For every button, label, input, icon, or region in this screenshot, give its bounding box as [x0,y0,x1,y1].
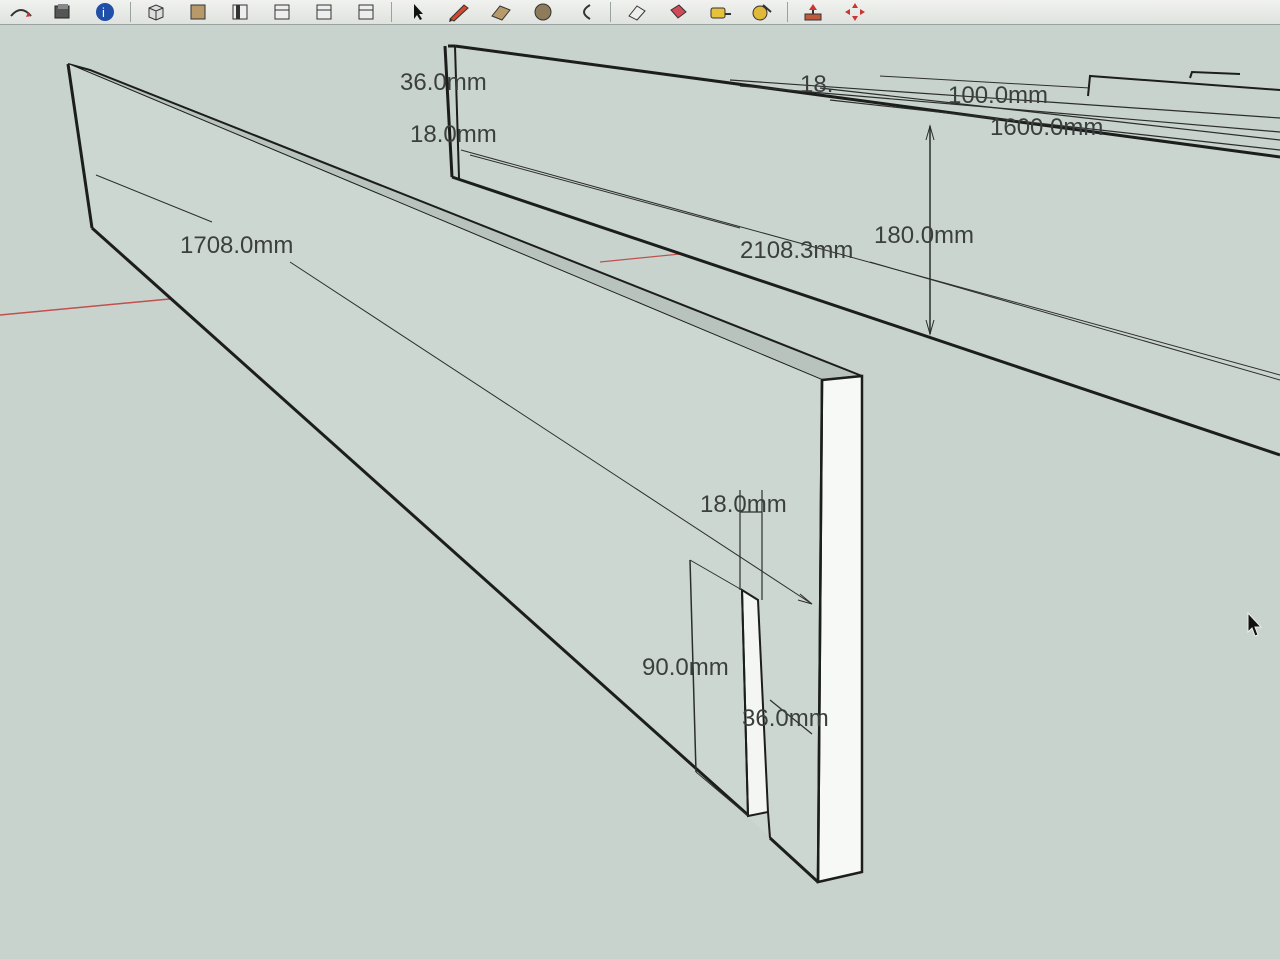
dimension-far-long[interactable]: 1600.0mm [990,114,1103,141]
dimension-top-thickness[interactable]: 18.0mm [410,121,497,148]
red-axis-line [599,252,691,263]
sketchup-window: i 2108.3mm 180.0mm 36.0mm 18.0mm 18. 100… [0,0,1280,959]
mouse-cursor-icon [1247,612,1263,637]
model-scene: 2108.3mm 180.0mm 36.0mm 18.0mm 18. 100.0… [0,44,1280,884]
red-axis-line [0,297,181,316]
dimension-notch-depth[interactable]: 36.0mm [742,699,829,735]
dimension-far-mid[interactable]: 100.0mm [948,82,1048,109]
dimension-far-mid-label: 100.0mm [948,82,1048,109]
dimension-notch-depth-label: 36.0mm [742,705,829,732]
dimension-board-length-label: 1708.0mm [180,232,293,259]
dimension-far-short-label: 18. [800,71,833,98]
dimension-back-height-label: 180.0mm [874,222,974,249]
dimension-back-length-label: 2108.3mm [740,237,853,264]
dimension-notch-height-label: 90.0mm [642,654,729,681]
dimension-top-width-label: 36.0mm [400,69,487,96]
dimension-top-thickness-label: 18.0mm [410,121,497,148]
dimension-far-long-label: 1600.0mm [990,114,1103,141]
dimension-far-short[interactable]: 18. [800,71,833,98]
dimension-top-width[interactable]: 36.0mm [400,69,487,96]
dimension-notch-width-label: 18.0mm [700,491,787,518]
